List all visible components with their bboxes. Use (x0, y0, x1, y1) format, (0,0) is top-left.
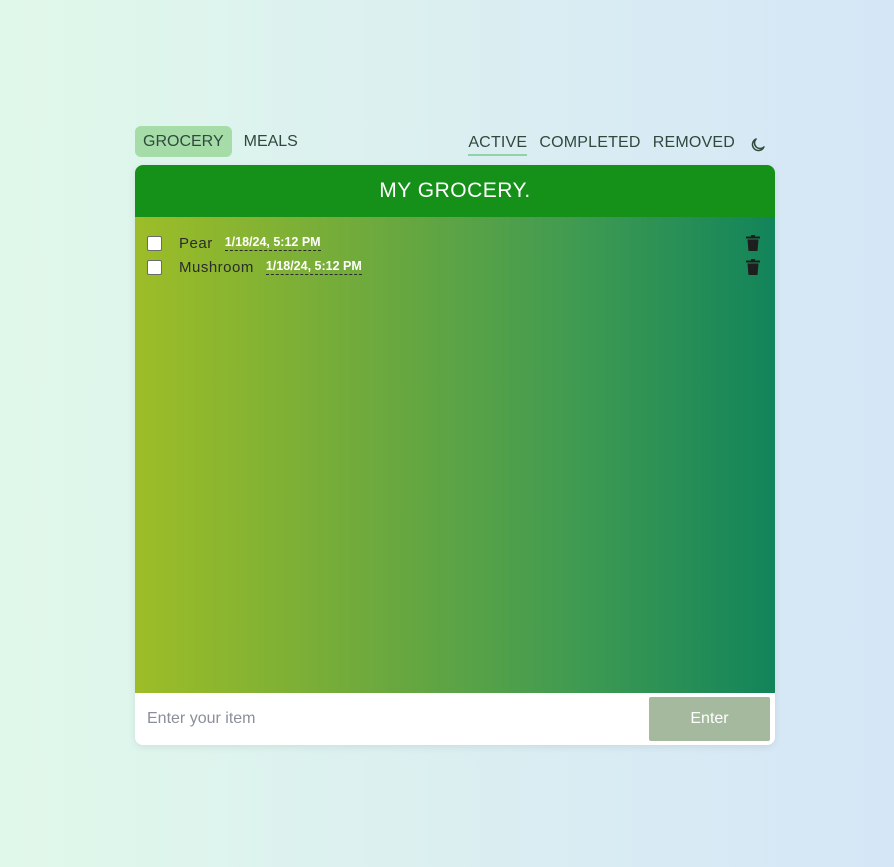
grocery-card: MY GROCERY. Pear 1/18/24, 5:12 PM Mushro… (135, 165, 775, 745)
top-bar: GROCERY MEALS ACTIVE COMPLETED REMOVED (135, 126, 775, 165)
list-item: Pear 1/18/24, 5:12 PM (135, 231, 775, 255)
category-tabs: GROCERY MEALS (135, 126, 306, 157)
card-title: MY GROCERY. (135, 165, 775, 217)
trash-icon[interactable] (746, 259, 760, 275)
item-list: Pear 1/18/24, 5:12 PM Mushroom 1/18/24, … (135, 217, 775, 693)
item-name: Mushroom (179, 258, 254, 276)
item-checkbox[interactable] (147, 235, 162, 251)
filter-tabs: ACTIVE COMPLETED REMOVED (468, 134, 767, 156)
tab-removed[interactable]: REMOVED (653, 134, 735, 156)
item-name: Pear (179, 234, 213, 252)
enter-button[interactable]: Enter (649, 697, 770, 741)
tab-completed[interactable]: COMPLETED (539, 134, 640, 156)
tab-active[interactable]: ACTIVE (468, 134, 528, 156)
item-timestamp: 1/18/24, 5:12 PM (224, 235, 321, 251)
trash-icon[interactable] (746, 235, 760, 251)
tab-grocery[interactable]: GROCERY (135, 126, 232, 157)
item-timestamp: 1/18/24, 5:12 PM (265, 259, 362, 275)
moon-icon[interactable] (749, 136, 767, 154)
grocery-app: GROCERY MEALS ACTIVE COMPLETED REMOVED M… (135, 126, 775, 745)
add-item-bar: Enter (135, 693, 775, 745)
list-item: Mushroom 1/18/24, 5:12 PM (135, 255, 775, 279)
tab-meals[interactable]: MEALS (236, 126, 306, 157)
item-input[interactable] (147, 710, 649, 728)
item-checkbox[interactable] (147, 259, 162, 275)
